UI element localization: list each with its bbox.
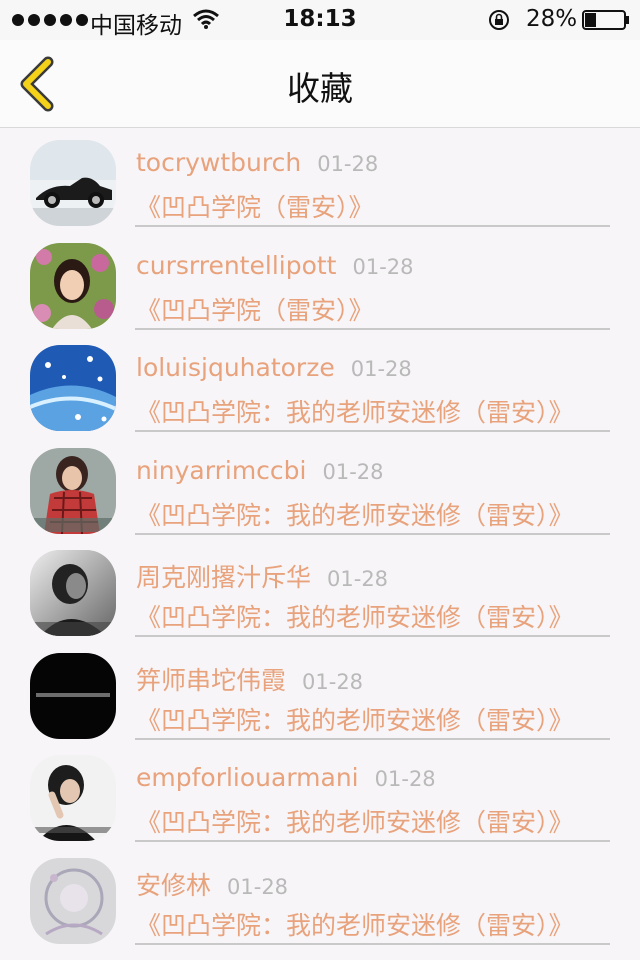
- story-title-link[interactable]: 《凹凸学院：我的老师安迷修（雷安）》: [136, 598, 574, 634]
- favorite-item[interactable]: tocrywtburch 01-28 《凹凸学院（雷安）》: [0, 128, 640, 231]
- avatar[interactable]: [30, 652, 116, 739]
- favorite-item[interactable]: loluisjquhatorze 01-28 《凹凸学院：我的老师安迷修（雷安）》: [0, 333, 640, 436]
- post-date: 01-28: [227, 874, 289, 899]
- username-text[interactable]: tocrywtburch: [136, 148, 301, 177]
- username[interactable]: ninyarrimccbi 01-28: [136, 456, 384, 485]
- story-title-link[interactable]: 《凹凸学院（雷安）》: [136, 188, 374, 224]
- username-text[interactable]: empforliouarmani: [136, 763, 359, 792]
- post-date: 01-28: [327, 567, 389, 591]
- username-text[interactable]: loluisjquhatorze: [136, 353, 335, 382]
- story-title-link[interactable]: 《凹凸学院：我的老师安迷修（雷安）》: [136, 906, 574, 942]
- avatar[interactable]: [30, 755, 116, 841]
- username-text[interactable]: cursrrentellipott: [136, 251, 336, 280]
- divider: [135, 737, 610, 740]
- page-title: 收藏: [287, 69, 353, 108]
- divider: [135, 225, 610, 227]
- favorite-item[interactable]: 笄师串坨伟霞 01-28 《凹凸学院：我的老师安迷修（雷安）》: [0, 641, 640, 744]
- favorite-item[interactable]: ninyarrimccbi 01-28 《凹凸学院：我的老师安迷修（雷安）》: [0, 436, 640, 539]
- divider: [135, 942, 610, 945]
- battery-percent: 28%: [526, 6, 578, 32]
- divider: [135, 532, 610, 535]
- avatar[interactable]: [30, 140, 116, 226]
- username[interactable]: tocrywtburch 01-28: [136, 148, 378, 177]
- favorite-item[interactable]: 周克刚撂汁斥华 01-28 《凹凸学院：我的老师安迷修（雷安）》: [0, 538, 640, 641]
- post-date: 01-28: [352, 254, 414, 279]
- post-date: 01-28: [350, 357, 412, 381]
- avatar[interactable]: [30, 447, 116, 534]
- post-date: 01-28: [374, 767, 436, 791]
- rotation-lock-icon: [489, 10, 509, 30]
- post-date: 01-28: [317, 152, 379, 176]
- username-text[interactable]: 笄师串坨伟霞: [136, 666, 286, 695]
- username[interactable]: empforliouarmani 01-28: [136, 763, 436, 792]
- favorites-list: tocrywtburch 01-28 《凹凸学院（雷安）》 cursrrentelli…: [0, 128, 640, 948]
- nav-bar: 收藏: [0, 40, 640, 128]
- username[interactable]: 周克刚撂汁斥华 01-28: [136, 558, 388, 594]
- username-text[interactable]: 周克刚撂汁斥华: [136, 563, 311, 592]
- avatar[interactable]: [30, 550, 116, 636]
- story-title-link[interactable]: 《凹凸学院：我的老师安迷修（雷安）》: [136, 701, 574, 737]
- divider: [135, 430, 610, 432]
- favorite-item[interactable]: empforliouarmani 01-28 《凹凸学院：我的老师安迷修（雷安）》: [0, 743, 640, 846]
- divider: [135, 327, 610, 330]
- story-title-link[interactable]: 《凹凸学院：我的老师安迷修（雷安）》: [136, 393, 574, 429]
- avatar[interactable]: [30, 857, 116, 944]
- divider: [135, 840, 610, 842]
- post-date: 01-28: [302, 669, 364, 694]
- username-text[interactable]: 安修林: [136, 871, 211, 900]
- username[interactable]: 笄师串坨伟霞 01-28: [136, 661, 363, 697]
- battery-icon: [582, 10, 629, 30]
- username[interactable]: cursrrentellipott 01-28: [136, 251, 414, 280]
- username[interactable]: 安修林 01-28: [136, 866, 288, 902]
- story-title-link[interactable]: 《凹凸学院：我的老师安迷修（雷安）》: [136, 496, 574, 532]
- divider: [135, 635, 610, 637]
- favorite-item[interactable]: 安修林 01-28 《凹凸学院：我的老师安迷修（雷安）》: [0, 846, 640, 949]
- username-text[interactable]: ninyarrimccbi: [136, 456, 306, 485]
- avatar[interactable]: [30, 345, 116, 431]
- favorite-item[interactable]: cursrrentellipott 01-28 《凹凸学院（雷安）》: [0, 231, 640, 334]
- username[interactable]: loluisjquhatorze 01-28: [136, 353, 412, 382]
- post-date: 01-28: [322, 459, 384, 484]
- avatar[interactable]: [30, 242, 116, 329]
- status-bar: 中国移动 18:13 28%: [0, 0, 640, 40]
- story-title-link[interactable]: 《凹凸学院（雷安）》: [136, 291, 374, 327]
- story-title-link[interactable]: 《凹凸学院：我的老师安迷修（雷安）》: [136, 803, 574, 839]
